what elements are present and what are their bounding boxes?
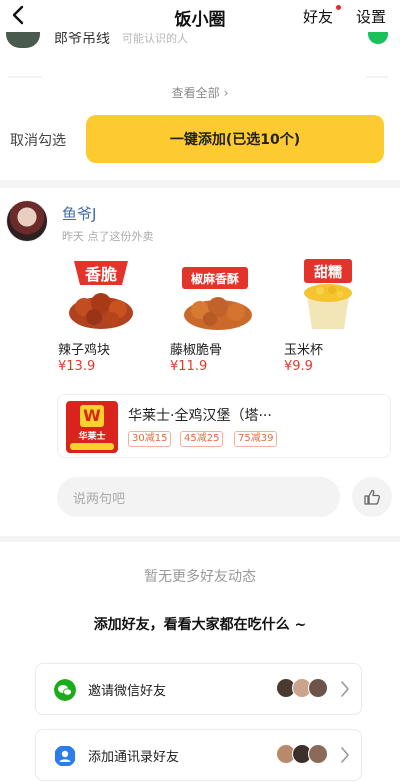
comment-input[interactable]: 说两句吧 — [57, 477, 340, 517]
recommended-friend-row[interactable]: 郎爷吊线 可能认识的人 — [0, 32, 400, 62]
recommended-friend-subtitle: 可能认识的人 — [122, 32, 188, 45]
food-name: 辣子鸡块 — [58, 343, 111, 358]
avatar — [308, 744, 328, 764]
notification-dot — [336, 5, 341, 10]
comment-placeholder: 说两句吧 — [73, 492, 126, 507]
avatar[interactable] — [6, 200, 48, 242]
food-badge: 椒麻香酥 — [191, 271, 239, 286]
store-logo-text: 华莱士 — [78, 432, 106, 442]
chevron-right-icon — [341, 681, 349, 697]
recommended-friend-name: 郎爷吊线 — [54, 32, 110, 47]
divider — [366, 76, 388, 78]
invite-contacts-label: 添加通讯录好友 — [88, 750, 180, 765]
post-meta: 昨天 点了这份外卖 — [62, 230, 154, 243]
invite-title: 添加好友，看看大家都在吃什么 ~ — [93, 617, 307, 633]
friends-button[interactable]: 好友 — [303, 6, 333, 27]
no-more-text: 暂无更多好友动态 — [144, 569, 256, 585]
invite-wechat-label: 邀请微信好友 — [88, 684, 167, 699]
food-badge: 甜糯 — [314, 264, 342, 281]
coupon-badge: 30减15 — [128, 431, 172, 447]
chevron-right-icon — [341, 747, 349, 763]
invite-wechat-card[interactable]: 邀请微信好友 — [35, 663, 362, 715]
food-name: 玉米杯 — [284, 343, 324, 358]
coupon-badge: 45减25 — [180, 431, 224, 447]
food-name: 藤椒脆骨 — [170, 343, 223, 358]
chevron-right-icon: › — [223, 86, 229, 100]
food-image: 香脆 — [69, 261, 133, 329]
food-price: ¥13.9 — [58, 359, 96, 374]
food-price: ¥11.9 — [170, 359, 208, 374]
settings-button[interactable]: 设置 — [356, 6, 386, 27]
store-name: 华莱士·全鸡汉堡（塔··· — [128, 408, 272, 424]
contacts-icon — [55, 746, 75, 766]
avatar — [6, 32, 40, 48]
section-separator — [0, 536, 400, 542]
food-badge: 香脆 — [84, 265, 117, 284]
food-image: 甜糯 — [304, 259, 352, 329]
store-card[interactable]: W 华莱士 华莱士·全鸡汉堡（塔··· 30减15 45减25 75减39 — [57, 394, 391, 458]
coupon-badge: 75减39 — [234, 431, 278, 447]
post-user-name[interactable]: 鱼爷J — [62, 203, 96, 224]
divider — [8, 76, 42, 78]
top-nav-bar: 饭小圈 好友 设置 — [0, 0, 400, 32]
food-image: 椒麻香酥 — [182, 267, 252, 330]
view-all-label: 查看全部 — [171, 86, 220, 100]
cancel-selection-button[interactable]: 取消勾选 — [10, 130, 66, 150]
store-logo: W 华莱士 — [66, 401, 118, 453]
food-price: ¥9.9 — [284, 359, 313, 374]
invite-contacts-card[interactable]: 添加通讯录好友 — [35, 729, 362, 781]
thumbs-up-icon — [364, 489, 381, 505]
like-button[interactable] — [352, 477, 392, 517]
view-all-link[interactable]: 查看全部 › — [0, 84, 400, 101]
add-all-button[interactable]: 一键添加(已选10个) — [86, 115, 384, 163]
wechat-icon — [54, 679, 76, 701]
avatar — [308, 678, 328, 698]
selected-check-icon[interactable] — [368, 32, 388, 44]
section-separator — [0, 180, 400, 188]
